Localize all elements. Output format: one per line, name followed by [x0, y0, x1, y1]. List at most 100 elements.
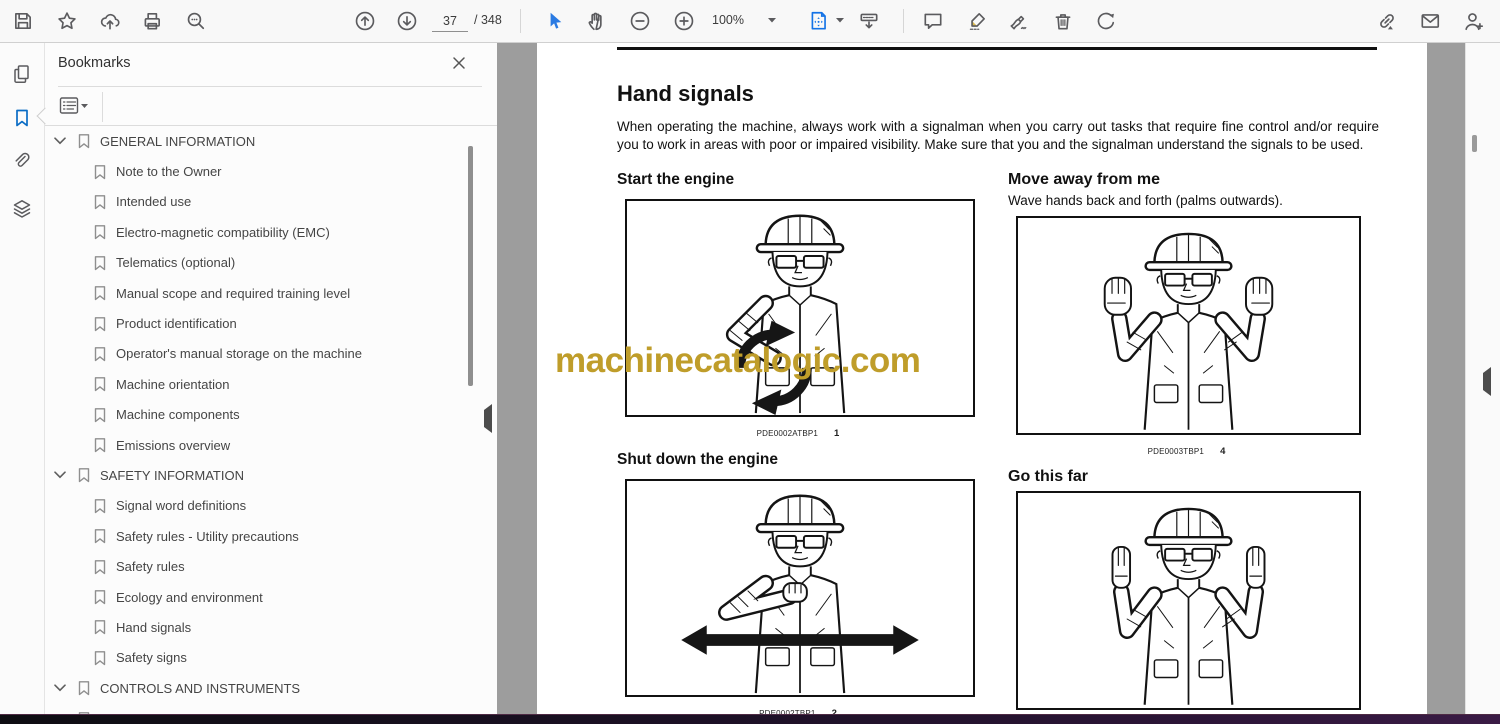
close-panel-button[interactable] — [449, 53, 469, 73]
bookmark-item[interactable]: Machine orientation — [44, 369, 484, 399]
bookmark-item[interactable]: Operator's manual storage on the machine — [44, 339, 484, 369]
bookmark-item[interactable]: Safety rules — [44, 551, 484, 581]
bookmark-item[interactable]: Intended use — [44, 187, 484, 217]
figure-caption: PDE0002ATBP1 1 — [625, 423, 971, 441]
bookmark-item[interactable]: Machine components — [44, 400, 484, 430]
bookmark-icon — [94, 559, 106, 574]
highlight-button[interactable] — [966, 10, 988, 32]
bookmark-item[interactable]: CONTROLS AND INSTRUMENTS — [44, 673, 484, 703]
paperclip-icon — [15, 152, 30, 167]
bookmark-item[interactable]: GENERAL INFORMATION — [44, 126, 484, 156]
bookmark-item-label: GENERAL INFORMATION — [100, 133, 256, 149]
page-top-rule — [617, 47, 1377, 50]
bookmark-icon — [94, 377, 106, 392]
figure-code: PDE0003TBP1 — [1147, 447, 1205, 456]
collapse-toolbar-button[interactable] — [858, 10, 880, 32]
chevron-left-icon — [484, 404, 492, 433]
chevron-down-icon — [54, 137, 66, 145]
bookmark-item-label: Telematics (optional) — [116, 255, 236, 271]
bookmarks-title: Bookmarks — [58, 55, 131, 71]
zoom-level-select[interactable]: 100% — [706, 13, 750, 27]
bookmark-item[interactable]: Safety signs — [44, 643, 484, 673]
bookmark-item[interactable]: Manual scope and required training level — [44, 278, 484, 308]
next-page-button[interactable] — [396, 10, 418, 32]
sign-button[interactable] — [1008, 10, 1030, 32]
document-scrollbar-thumb[interactable] — [1472, 135, 1477, 152]
zoom-out-button[interactable] — [629, 10, 651, 32]
profile-add-button[interactable] — [1462, 10, 1484, 32]
page-total-label: / 348 — [474, 13, 502, 27]
figure-start-engine — [625, 199, 975, 417]
email-button[interactable] — [1419, 10, 1441, 32]
print-button[interactable] — [141, 10, 163, 32]
search-button[interactable] — [185, 10, 207, 32]
bookmark-item[interactable]: Product identification — [44, 308, 484, 338]
figure-move-away — [1016, 216, 1361, 435]
figure-title: Move away from me — [1008, 171, 1161, 188]
bookmark-item[interactable]: Signal word definitions — [44, 491, 484, 521]
bookmarks-scrollbar-thumb[interactable] — [468, 146, 473, 386]
comment-button[interactable] — [922, 10, 944, 32]
bookmark-icon — [94, 650, 106, 666]
page-number-input[interactable] — [432, 10, 468, 32]
delete-button[interactable] — [1052, 10, 1074, 32]
save-button[interactable] — [12, 10, 34, 32]
bookmark-item-label: Machine components — [116, 407, 240, 423]
bookmark-icon — [94, 286, 106, 301]
bookmark-item-label: CONTROLS AND INSTRUMENTS — [100, 680, 301, 696]
previous-page-button[interactable] — [354, 10, 376, 32]
bookmarks-panel-button[interactable] — [10, 106, 34, 130]
figure-illustration-shut-down — [681, 494, 919, 695]
fit-page-button[interactable] — [808, 10, 830, 32]
person-add-icon — [1465, 13, 1484, 31]
link-button[interactable] — [1376, 10, 1398, 32]
bookmark-item-label: Machine orientation — [116, 376, 230, 392]
toolbar-divider — [903, 9, 904, 33]
select-tool-button[interactable] — [544, 10, 566, 32]
fit-page-caret-icon[interactable] — [836, 18, 844, 23]
bookmark-icon — [94, 164, 106, 179]
bookmark-item[interactable]: Emissions overview — [44, 430, 484, 460]
zoom-caret-icon[interactable] — [768, 18, 776, 23]
bookmark-options-button[interactable] — [58, 94, 88, 120]
bookmark-item[interactable]: Safety rules - Utility precautions — [44, 521, 484, 551]
print-icon — [144, 13, 160, 30]
figure-number: 1 — [834, 428, 840, 439]
toolbar-divider — [520, 9, 521, 33]
bookmark-item[interactable]: Electro-magnetic compatibility (EMC) — [44, 217, 484, 247]
bookmark-icon — [94, 529, 106, 544]
bookmark-item[interactable]: Hand signals — [44, 612, 484, 642]
bookmark-item[interactable]: Telematics (optional) — [44, 248, 484, 278]
attachments-button[interactable] — [10, 150, 34, 174]
trash-icon — [1055, 14, 1071, 30]
share-button[interactable] — [99, 10, 121, 32]
save-icon — [15, 13, 31, 29]
comment-icon — [924, 13, 942, 29]
bookmark-item[interactable]: SAFETY INFORMATION — [44, 460, 484, 490]
bookmark-icon — [78, 468, 90, 483]
pages-icon — [14, 65, 29, 83]
bookmark-item-label: Ecology and environment — [116, 589, 263, 605]
star-button[interactable] — [56, 10, 78, 32]
bookmark-icon — [94, 195, 106, 210]
collapse-right-panel-button[interactable] — [1483, 367, 1491, 396]
redo-button[interactable] — [1095, 10, 1117, 32]
divider — [58, 86, 482, 87]
pdf-viewer-window: / 348 100% Bookmarks — [0, 0, 1500, 724]
figure-caption: PDE0003TBP1 4 — [1016, 441, 1357, 459]
layers-button[interactable] — [10, 197, 34, 221]
toolbar: / 348 100% — [0, 0, 1500, 43]
bookmark-item[interactable]: Note to the Owner — [44, 156, 484, 186]
bookmark-item[interactable]: Ecology and environment — [44, 582, 484, 612]
hand-tool-button[interactable] — [586, 10, 608, 32]
page-thumbnails-button[interactable] — [10, 62, 34, 86]
chevron-down-icon — [54, 471, 66, 479]
figure-title: Shut down the engine — [617, 451, 779, 468]
collapse-left-panel-button[interactable] — [484, 404, 497, 434]
zoom-in-button[interactable] — [673, 10, 695, 32]
figure-illustration-start-engine — [725, 214, 846, 415]
figure-title: Go this far — [1008, 468, 1089, 485]
hand-icon — [588, 12, 602, 31]
page-down-icon — [397, 11, 417, 31]
redo-icon — [1097, 12, 1115, 30]
